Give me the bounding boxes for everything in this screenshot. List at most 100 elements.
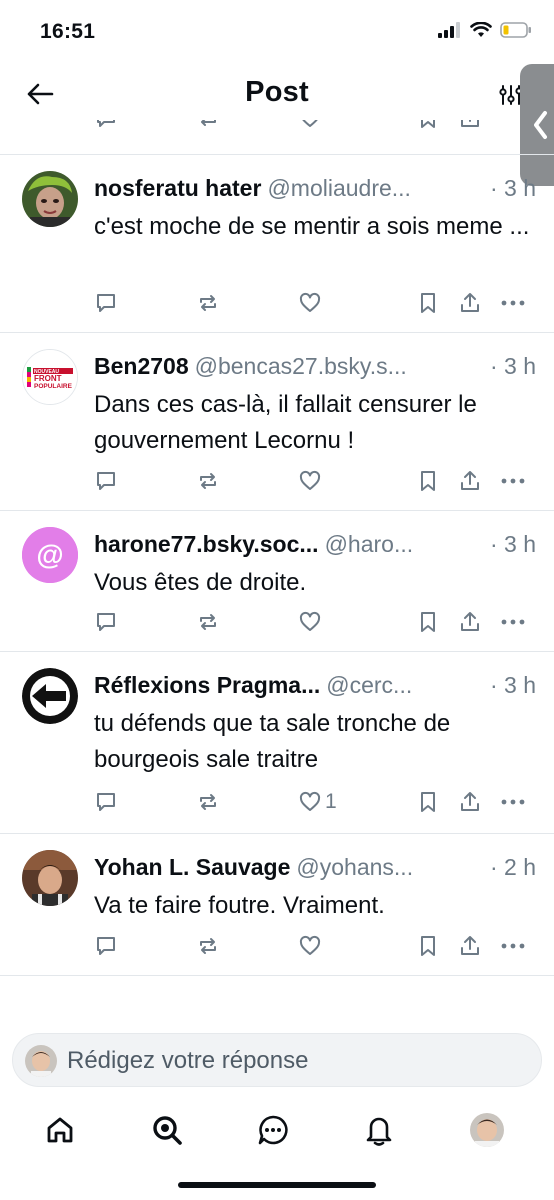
avatar[interactable]: NOUVEAU FRONT POPULAIRE: [22, 349, 78, 405]
more-options-button[interactable]: [500, 607, 526, 637]
avatar[interactable]: @: [22, 527, 78, 583]
post-header: Yohan L. Sauvage @yohans... · 2 h: [94, 854, 536, 881]
reply-icon[interactable]: [94, 120, 118, 130]
bookmark-button[interactable]: [416, 466, 440, 496]
more-options-button[interactable]: [500, 787, 526, 817]
like-button[interactable]: [298, 466, 325, 496]
post-item[interactable]: nosferatu hater @moliaudre... · 3 h c'es…: [0, 155, 554, 333]
nav-chat[interactable]: [251, 1108, 295, 1152]
reply-button[interactable]: [94, 288, 118, 318]
repost-button[interactable]: [196, 931, 220, 961]
post-item[interactable]: NOUVEAU FRONT POPULAIRE Ben2708 @bencas2…: [0, 333, 554, 511]
avatar[interactable]: [22, 668, 78, 724]
profile-avatar: [470, 1113, 504, 1147]
bookmark-button[interactable]: [416, 787, 440, 817]
avatar-symbol: @: [36, 539, 63, 570]
like-button[interactable]: [298, 931, 325, 961]
post-actions: [94, 607, 534, 637]
home-icon: [47, 1117, 73, 1143]
author-handle[interactable]: @haro...: [325, 531, 414, 558]
repost-button[interactable]: [196, 787, 220, 817]
like-icon[interactable]: [298, 120, 322, 130]
more-horizontal-icon: [501, 300, 525, 306]
author-handle[interactable]: @cerc...: [326, 672, 412, 699]
post-text: Va te faire foutre. Vraiment.: [94, 892, 385, 919]
share-button[interactable]: [458, 607, 482, 637]
share-button[interactable]: [458, 787, 482, 817]
post-item[interactable]: Yohan L. Sauvage @yohans... · 2 h Va te …: [0, 834, 554, 976]
post-header: nosferatu hater @moliaudre... · 3 h: [94, 175, 536, 202]
author-name[interactable]: nosferatu hater: [94, 175, 261, 202]
author-handle[interactable]: @moliaudre...: [267, 175, 411, 202]
previous-post-actions: [0, 120, 554, 155]
nav-search[interactable]: [145, 1108, 189, 1152]
post-header: harone77.bsky.soc... @haro... · 3 h: [94, 531, 536, 558]
repost-button[interactable]: [196, 607, 220, 637]
like-button[interactable]: [298, 288, 325, 318]
nav-home[interactable]: [38, 1108, 82, 1152]
post-text: tu défends que ta sale tronche de bourge…: [94, 710, 451, 773]
post-item[interactable]: @ harone77.bsky.soc... @haro... · 3 h Vo…: [0, 511, 554, 652]
post-text: Dans ces cas-là, il fallait censurer le …: [94, 391, 477, 454]
repost-icon[interactable]: [196, 120, 220, 130]
avatar-image: [22, 668, 78, 724]
reply-button[interactable]: [94, 466, 118, 496]
bookmark-icon[interactable]: [416, 120, 440, 130]
more-horizontal-icon: [501, 799, 525, 805]
repost-button[interactable]: [196, 466, 220, 496]
avatar[interactable]: [22, 850, 78, 906]
post-actions: [94, 288, 534, 318]
share-icon[interactable]: [458, 120, 482, 130]
more-options-button[interactable]: [500, 931, 526, 961]
reply-button[interactable]: [94, 787, 118, 817]
bookmark-button[interactable]: [416, 931, 440, 961]
my-avatar: [25, 1045, 57, 1077]
reply-button[interactable]: [94, 607, 118, 637]
reply-composer[interactable]: Rédigez votre réponse: [12, 1033, 542, 1087]
repost-icon: [200, 295, 216, 311]
more-options-button[interactable]: [500, 288, 526, 318]
repost-icon: [200, 614, 216, 630]
like-count: 1: [325, 790, 337, 813]
heart-icon: [299, 791, 321, 811]
avatar-image: [22, 171, 78, 227]
avatar-image: [22, 850, 78, 906]
reply-placeholder: Rédigez votre réponse: [67, 1047, 309, 1074]
share-button[interactable]: [458, 931, 482, 961]
bookmark-button[interactable]: [416, 288, 440, 318]
avatar-label-line-2: FRONT: [34, 374, 62, 383]
post-item[interactable]: Réflexions Pragma... @cerc... · 3 h tu d…: [0, 652, 554, 834]
share-icon: [461, 471, 479, 490]
nav-profile[interactable]: [465, 1108, 509, 1152]
avatar[interactable]: [22, 171, 78, 227]
author-name[interactable]: Ben2708: [94, 353, 189, 380]
reply-icon: [97, 294, 115, 312]
author-name[interactable]: harone77.bsky.soc...: [94, 531, 319, 558]
bookmark-icon: [421, 293, 435, 313]
heart-icon: [299, 292, 321, 312]
share-button[interactable]: [458, 466, 482, 496]
post-time: · 3 h: [489, 531, 536, 557]
share-icon: [461, 936, 479, 955]
nav-notifications[interactable]: [357, 1108, 401, 1152]
like-button[interactable]: [298, 607, 325, 637]
author-name[interactable]: Yohan L. Sauvage: [94, 854, 290, 881]
author-handle[interactable]: @yohans...: [296, 854, 413, 881]
post-header: Ben2708 @bencas27.bsky.s... · 3 h: [94, 353, 536, 380]
reply-button[interactable]: [94, 931, 118, 961]
more-horizontal-icon: [501, 478, 525, 484]
post-header: Réflexions Pragma... @cerc... · 3 h: [94, 672, 536, 699]
bookmark-button[interactable]: [416, 607, 440, 637]
reply-icon: [97, 793, 115, 811]
author-handle[interactable]: @bencas27.bsky.s...: [195, 353, 407, 380]
author-name[interactable]: Réflexions Pragma...: [94, 672, 320, 699]
reply-icon: [97, 613, 115, 631]
repost-button[interactable]: [196, 288, 220, 318]
search-icon: [153, 1116, 182, 1145]
share-button[interactable]: [458, 288, 482, 318]
post-time: · 3 h: [489, 672, 536, 698]
my-avatar-image: [25, 1045, 57, 1077]
more-options-button[interactable]: [500, 466, 526, 496]
like-button[interactable]: 1: [298, 787, 337, 817]
more-horizontal-icon: [501, 943, 525, 949]
